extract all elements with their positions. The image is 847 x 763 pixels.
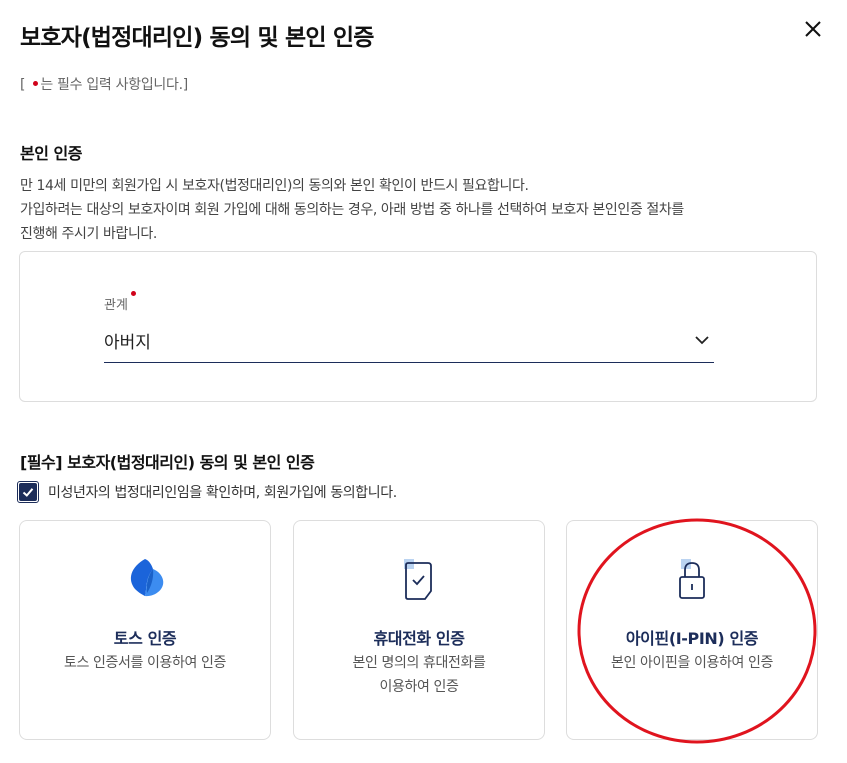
- relation-label-text: 관계: [104, 298, 128, 313]
- method-card-phone[interactable]: 휴대전화 인증 본인 명의의 휴대전화를 이용하여 인증: [293, 520, 545, 740]
- required-note-text: 는 필수 입력 사항입니다.]: [40, 77, 188, 93]
- card-icon-wrap: [294, 555, 544, 603]
- phone-check-icon: [404, 559, 432, 600]
- close-button[interactable]: [800, 16, 826, 42]
- required-dot-icon: [33, 81, 39, 86]
- description-line: 진행해 주시기 바랍니다.: [20, 226, 157, 242]
- method-card-toss[interactable]: 토스 인증 토스 인증서를 이용하여 인증: [19, 520, 271, 740]
- method-card-ipin[interactable]: 아이핀(I-PIN) 인증 본인 아이핀을 이용하여 인증: [566, 520, 818, 740]
- toss-logo-icon: [130, 559, 164, 597]
- relation-select-value: 아버지: [104, 333, 151, 353]
- description-line: 가입하려는 대상의 보호자이며 회원 가입에 대해 동의하는 경우, 아래 방법…: [20, 202, 684, 218]
- identity-description: 만 14세 미만의 회원가입 시 보호자(법정대리인)의 동의와 본인 확인이 …: [20, 174, 820, 246]
- required-note-prefix: [: [20, 77, 30, 93]
- lock-icon: [679, 559, 705, 599]
- relation-label: 관계: [104, 291, 136, 313]
- card-description: 본인 명의의 휴대전화를 이용하여 인증: [314, 651, 524, 699]
- card-title: 아이핀(I-PIN) 인증: [625, 629, 759, 648]
- card-title: 휴대전화 인증: [373, 629, 465, 648]
- dialog-title: 보호자(법정대리인) 동의 및 본인 인증: [20, 25, 374, 51]
- check-icon: [22, 488, 34, 497]
- consent-checkbox-row[interactable]: 미성년자의 법정대리인임을 확인하며, 회원가입에 동의합니다.: [17, 481, 397, 503]
- card-icon-wrap: [20, 555, 270, 603]
- description-line: 만 14세 미만의 회원가입 시 보호자(법정대리인)의 동의와 본인 확인이 …: [20, 178, 529, 194]
- required-note: [ 는 필수 입력 사항입니다.]: [20, 74, 188, 94]
- consent-checkbox-label: 미성년자의 법정대리인임을 확인하며, 회원가입에 동의합니다.: [48, 485, 397, 501]
- required-dot-icon: [130, 291, 136, 296]
- checkbox-fill: [19, 483, 37, 501]
- identity-section-title: 본인 인증: [20, 144, 82, 163]
- card-title: 토스 인증: [113, 629, 177, 648]
- relation-select[interactable]: 아버지: [104, 322, 714, 363]
- consent-section-title: [필수] 보호자(법정대리인) 동의 및 본인 인증: [20, 453, 315, 472]
- relation-panel: 관계 아버지: [19, 251, 817, 402]
- consent-checkbox[interactable]: [17, 481, 39, 503]
- close-icon: [805, 21, 821, 37]
- chevron-down-icon: [695, 336, 709, 345]
- card-description: 본인 아이핀을 이용하여 인증: [611, 655, 773, 671]
- card-description: 토스 인증서를 이용하여 인증: [64, 655, 226, 671]
- card-description-line: 이용하여 인증: [379, 679, 459, 695]
- guardian-consent-dialog: 보호자(법정대리인) 동의 및 본인 인증 [ 는 필수 입력 사항입니다.] …: [0, 0, 847, 763]
- card-description-line: 본인 명의의 휴대전화를: [352, 655, 486, 671]
- card-icon-wrap: [567, 555, 817, 603]
